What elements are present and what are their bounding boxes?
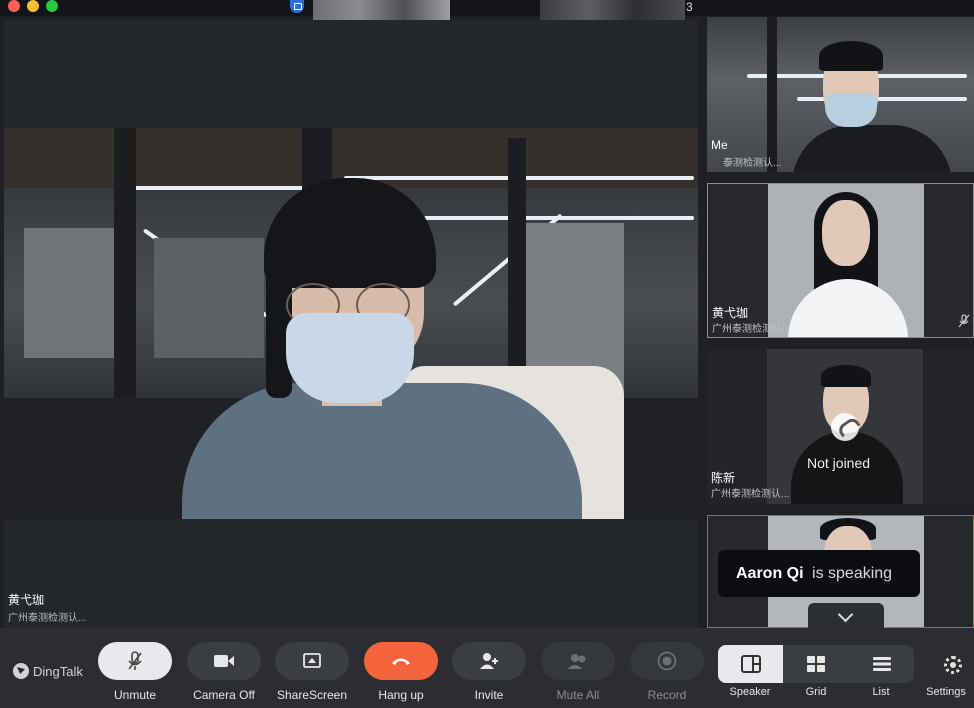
- participant-tile[interactable]: Not joined 陈新 广州泰测检测认...: [707, 349, 974, 504]
- main-video-feed: [4, 128, 698, 519]
- participant-count: 3: [686, 0, 693, 14]
- camera-off-button[interactable]: [187, 642, 261, 680]
- record-icon: [657, 651, 677, 671]
- person-torso: [182, 383, 582, 519]
- camera-off-label: Camera Off: [193, 688, 255, 702]
- speaking-label: is speaking: [812, 565, 893, 582]
- pillar: [767, 17, 777, 172]
- record-button[interactable]: [630, 642, 704, 680]
- video-camera-icon: [214, 655, 234, 667]
- participant-tile[interactable]: 黄弋珈 广州泰测检测认...: [707, 183, 974, 338]
- mute-all-label: Mute All: [556, 688, 600, 702]
- not-joined-status: Not joined: [807, 455, 871, 471]
- mute-all-icon: [568, 654, 586, 669]
- main-speaker-stage: 黄弋珈 广州泰测检测认...: [4, 20, 698, 628]
- participant-tile-me[interactable]: Me 泰测检测认...: [707, 17, 974, 172]
- redacted-title: [313, 0, 450, 21]
- tile-name: 陈新: [711, 471, 736, 485]
- grid-view-icon: [806, 656, 825, 672]
- ceiling-light: [134, 186, 304, 190]
- participant-hair: [819, 41, 883, 71]
- unmute-label: Unmute: [113, 688, 157, 702]
- collapse-tiles-button[interactable]: [808, 603, 884, 629]
- share-screen-label: ShareScreen: [276, 688, 348, 702]
- record-label: Record: [647, 688, 687, 702]
- share-screen-icon: [303, 653, 321, 668]
- speaker-view-button[interactable]: [718, 645, 783, 683]
- mic-off-icon: [128, 651, 142, 670]
- participant-head: [822, 200, 870, 266]
- participant-torso: [788, 279, 908, 337]
- window: [24, 228, 119, 358]
- minimize-window-button[interactable]: [27, 0, 39, 12]
- list-label: List: [872, 686, 890, 698]
- meeting-toolbar: DingTalk Unmute Camera Off ShareScreen H…: [0, 628, 974, 708]
- fullscreen-window-button[interactable]: [46, 0, 58, 12]
- tile-org: 泰测检测认...: [723, 158, 782, 169]
- list-view-button[interactable]: [849, 645, 914, 683]
- face-mask: [286, 313, 414, 403]
- brand-name: DingTalk: [33, 663, 83, 679]
- window: [154, 238, 264, 358]
- pillar: [508, 138, 526, 398]
- speaking-indicator-tooltip: Aaron Qi is speaking: [718, 550, 920, 597]
- mic-off-icon: [958, 314, 970, 328]
- tile-name: 黄弋珈: [712, 306, 749, 320]
- invite-button[interactable]: [452, 642, 526, 680]
- redacted-title-2: [540, 0, 685, 21]
- speaker-label: Speaker: [729, 686, 771, 698]
- hang-up-label: Hang up: [378, 688, 424, 702]
- hang-up-phone-icon: [392, 658, 410, 665]
- speaker-view-icon: [740, 655, 761, 673]
- mute-all-button[interactable]: [541, 642, 615, 680]
- main-speaker-org: 广州泰测检测认...: [8, 613, 87, 624]
- settings-gear-icon[interactable]: [944, 656, 962, 674]
- close-window-button[interactable]: [8, 0, 20, 12]
- hang-up-button[interactable]: [364, 642, 438, 680]
- tile-org: 广州泰测检测认...: [712, 324, 791, 335]
- view-mode-group: [718, 645, 914, 683]
- share-screen-button[interactable]: [275, 642, 349, 680]
- dingtalk-icon: [13, 663, 29, 679]
- list-view-icon: [872, 657, 891, 671]
- unmute-button[interactable]: [98, 642, 172, 680]
- grid-label: Grid: [805, 686, 827, 698]
- main-speaker-name: 黄弋珈: [8, 593, 45, 607]
- add-user-icon: [480, 653, 498, 669]
- speaking-name: Aaron Qi: [736, 565, 804, 582]
- tile-org: 广州泰测检测认...: [711, 489, 790, 500]
- profile-photo: [768, 184, 924, 337]
- window-titlebar: 3: [0, 0, 974, 21]
- participant-hair: [821, 365, 871, 387]
- grid-view-button[interactable]: [783, 645, 848, 683]
- invite-label: Invite: [474, 688, 504, 702]
- settings-label: Settings: [926, 686, 966, 698]
- tile-name: Me: [711, 138, 728, 152]
- face-mask: [825, 93, 877, 127]
- secure-lock-icon: [290, 0, 304, 13]
- dingtalk-logo: DingTalk: [13, 663, 83, 679]
